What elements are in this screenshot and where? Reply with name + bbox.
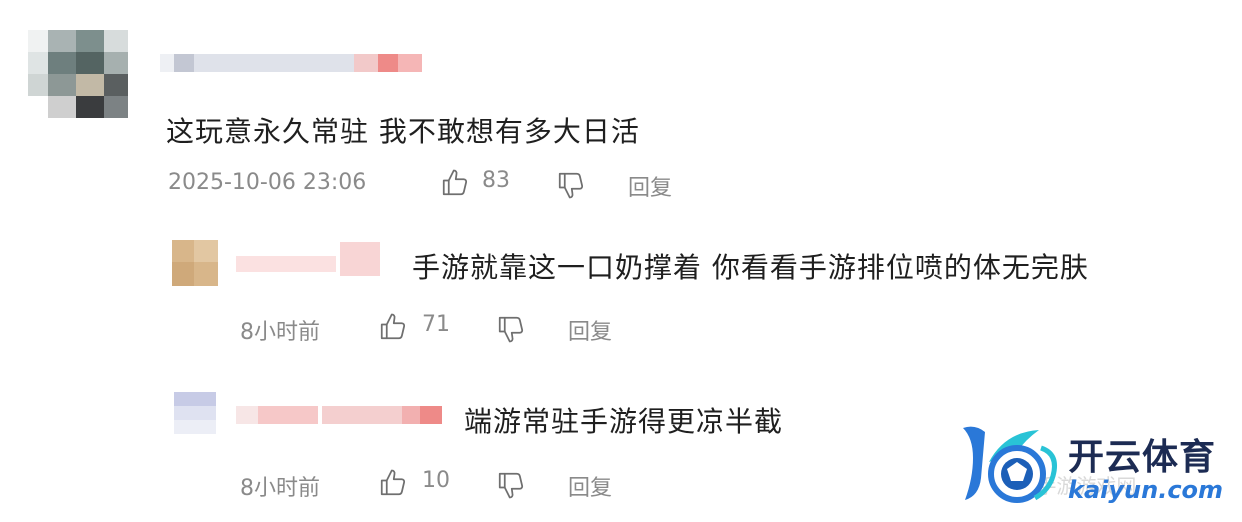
thumbs-up-icon [440, 168, 470, 198]
thumbs-down-icon[interactable] [556, 170, 586, 200]
thumbs-up-icon [378, 312, 408, 342]
reply-reply-button[interactable]: 回复 [568, 470, 612, 502]
kaiyun-logo-icon [955, 418, 1063, 510]
reply-text: 手游就靠这一口奶撑着 你看看手游排位喷的体无完肤 [412, 251, 1089, 284]
username-blurred[interactable] [160, 54, 430, 74]
reply-like-count: 71 [422, 312, 450, 337]
like-button[interactable]: 83 [440, 166, 520, 200]
reply-button[interactable]: 回复 [628, 170, 672, 202]
reply-avatar[interactable] [174, 392, 216, 434]
comment-text: 这玩意永久常驻 我不敢想有多大日活 [166, 115, 640, 148]
reply-timestamp: 8小时前 [240, 320, 320, 345]
comment-avatar[interactable] [28, 30, 136, 120]
reply-like-count: 10 [422, 468, 450, 493]
watermark-url: kaiyun.com [1068, 476, 1224, 504]
reply-like-button[interactable]: 71 [378, 310, 458, 344]
reply-timestamp: 8小时前 [240, 476, 320, 501]
thumbs-down-icon[interactable] [496, 314, 526, 344]
reply-avatar[interactable] [172, 240, 218, 286]
reply-username-blurred[interactable] [236, 240, 386, 280]
reply-like-button[interactable]: 10 [378, 466, 458, 500]
reply-reply-button[interactable]: 回复 [568, 314, 612, 346]
reply-username-blurred[interactable] [236, 406, 446, 426]
thumbs-up-icon [378, 468, 408, 498]
watermark-title: 开云体育 [1068, 437, 1217, 478]
like-count: 83 [482, 168, 510, 193]
reply-text: 端游常驻手游得更凉半截 [464, 405, 784, 438]
comment-timestamp: 2025-10-06 23:06 [168, 170, 367, 195]
thumbs-down-icon[interactable] [496, 470, 526, 500]
